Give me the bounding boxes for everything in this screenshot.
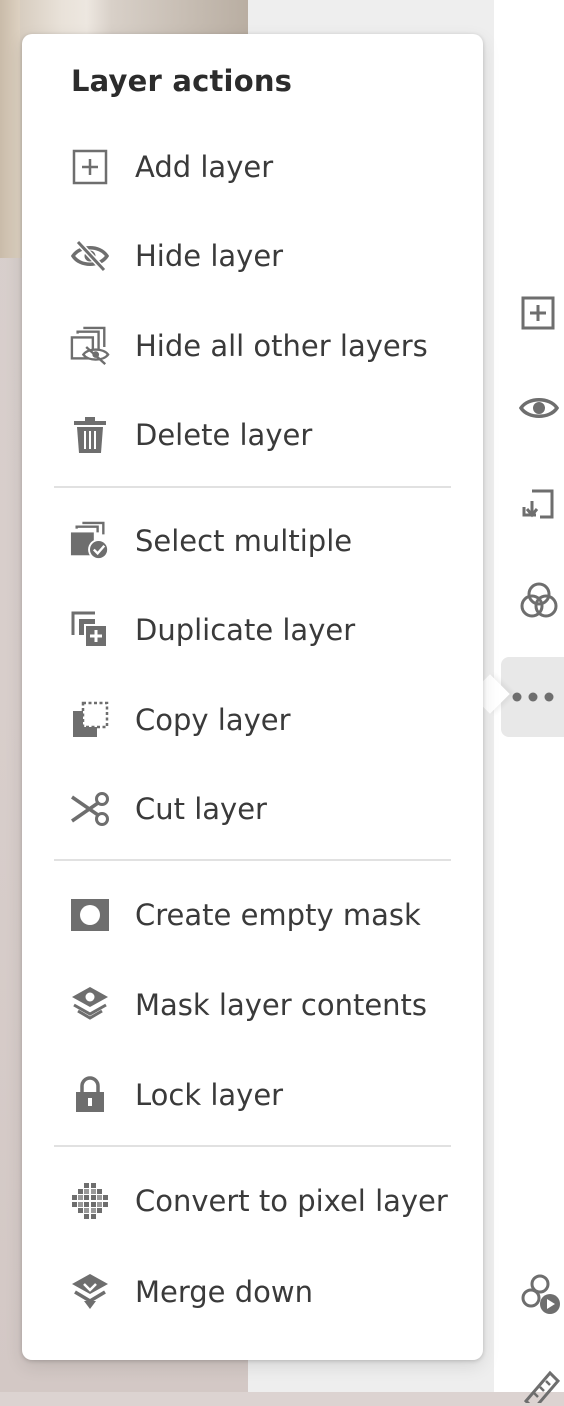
- menu-item-copy-layer[interactable]: Copy layer: [22, 680, 483, 760]
- menu-item-label: Add layer: [135, 150, 274, 184]
- toolbar-add-layer-button[interactable]: [518, 290, 564, 336]
- copy-icon: [70, 700, 110, 740]
- menu-item-label: Select multiple: [135, 524, 353, 558]
- menu-item-hide-layer[interactable]: Hide layer: [22, 216, 483, 296]
- toolbar-import-button[interactable]: [518, 482, 564, 528]
- lock-icon: [70, 1075, 110, 1115]
- menu-divider: [54, 486, 451, 488]
- merge-down-icon: [70, 1272, 110, 1312]
- menu-item-label: Cut layer: [135, 792, 267, 826]
- menu-item-label: Convert to pixel layer: [135, 1184, 448, 1218]
- menu-title: Layer actions: [71, 64, 293, 98]
- menu-item-label: Hide layer: [135, 239, 284, 273]
- toolbar-blend-button[interactable]: [518, 578, 564, 624]
- pixel-layer-icon: [70, 1181, 110, 1221]
- hide-others-icon: [70, 326, 110, 366]
- menu-item-duplicate-layer[interactable]: Duplicate layer: [22, 590, 483, 670]
- add-layer-icon: [70, 147, 110, 187]
- menu-divider: [54, 1145, 451, 1147]
- ruler-icon: [518, 1363, 564, 1403]
- menu-item-label: Delete layer: [135, 418, 313, 452]
- menu-item-merge-down[interactable]: Merge down: [22, 1252, 483, 1332]
- hide-layer-icon: [70, 236, 110, 276]
- toolbar-effects-button[interactable]: [518, 1272, 564, 1318]
- menu-divider: [54, 859, 451, 861]
- menu-item-create-empty-mask[interactable]: Create empty mask: [22, 875, 483, 955]
- blend-icon: [518, 580, 560, 622]
- mask-contents-icon: [70, 985, 110, 1025]
- effects-icon: [518, 1272, 564, 1318]
- menu-item-label: Lock layer: [135, 1078, 284, 1112]
- toolbar-ruler-button[interactable]: [518, 1360, 564, 1406]
- menu-item-convert-to-pixel-layer[interactable]: Convert to pixel layer: [22, 1161, 483, 1241]
- toolbar-more-button[interactable]: [501, 657, 564, 737]
- eye-icon: [518, 388, 560, 428]
- mask-icon: [70, 895, 110, 935]
- menu-item-label: Mask layer contents: [135, 988, 428, 1022]
- canvas-image-edge: [0, 0, 20, 258]
- toolbar-visibility-button[interactable]: [518, 385, 564, 431]
- menu-item-delete-layer[interactable]: Delete layer: [22, 395, 483, 475]
- menu-item-label: Create empty mask: [135, 898, 421, 932]
- menu-item-cut-layer[interactable]: Cut layer: [22, 769, 483, 849]
- menu-item-select-multiple[interactable]: Select multiple: [22, 501, 483, 581]
- more-icon: [511, 688, 555, 707]
- menu-item-label: Hide all other layers: [135, 329, 428, 363]
- trash-icon: [70, 415, 110, 455]
- select-multiple-icon: [70, 521, 110, 561]
- duplicate-icon: [70, 610, 110, 650]
- scissors-icon: [70, 789, 110, 829]
- menu-item-hide-all-other-layers[interactable]: Hide all other layers: [22, 306, 483, 386]
- menu-item-add-layer[interactable]: Add layer: [22, 127, 483, 207]
- menu-item-mask-layer-contents[interactable]: Mask layer contents: [22, 965, 483, 1045]
- import-icon: [518, 485, 558, 525]
- menu-item-label: Merge down: [135, 1275, 313, 1309]
- menu-item-label: Duplicate layer: [135, 613, 356, 647]
- layer-actions-menu: Layer actions Add layer Hide layer Hide …: [22, 34, 483, 1360]
- menu-item-lock-layer[interactable]: Lock layer: [22, 1055, 483, 1135]
- add-layer-icon: [518, 293, 558, 333]
- menu-item-label: Copy layer: [135, 703, 291, 737]
